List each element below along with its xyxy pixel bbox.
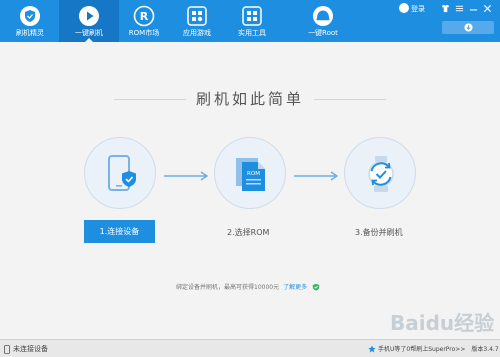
menu-icon[interactable] <box>455 4 464 13</box>
phone-shield-icon <box>108 155 136 191</box>
page-title: 刷机如此简单 <box>195 90 304 108</box>
shield-check-icon <box>312 283 320 291</box>
nav-label: 一键Root <box>308 29 338 37</box>
nav-item-yijian-shuaji[interactable]: 一键刷机 <box>59 0 119 42</box>
shield-icon <box>20 6 40 26</box>
user-avatar-icon[interactable] <box>399 3 409 13</box>
download-manager-button[interactable] <box>442 21 494 34</box>
nav-item-rom-market[interactable]: R ROM市场 <box>114 0 174 42</box>
nav-item-tools[interactable]: 实用工具 <box>222 0 282 42</box>
version-label: 版本3.4.7 <box>471 346 499 353</box>
tools-grid-icon <box>242 6 262 26</box>
rom-file-icon: ROM <box>236 158 265 191</box>
nav-item-apps-games[interactable]: 应用游戏 <box>167 0 227 42</box>
step-label-select-rom: 2.选择ROM <box>227 228 270 237</box>
phone-icon <box>4 344 10 354</box>
svg-text:Baidu经验: Baidu经验 <box>390 311 494 335</box>
promo-hint-text: 绑定设备并刷机，最高可获得10000元 <box>176 284 280 291</box>
promo-status-link[interactable]: 手机U等了0帮刷上SuperPro>> <box>378 344 465 353</box>
star-icon <box>368 344 376 352</box>
minimize-icon[interactable] <box>469 4 478 13</box>
step-label-backup-flash: 3.备份并刷机 <box>355 228 403 237</box>
nav-item-shuaji-jingling[interactable]: 刷机精灵 <box>0 0 60 42</box>
backup-refresh-icon <box>368 156 394 192</box>
learn-more-link[interactable]: 了解更多 <box>283 282 307 291</box>
connect-device-button[interactable]: 1.连接设备 <box>84 220 155 243</box>
status-bar: 未连接设备 手机U等了0帮刷上SuperPro>> 版本3.4.7 <box>0 339 500 357</box>
step-backup-flash-circle <box>344 137 416 209</box>
nav-item-one-click-root[interactable]: 一键Root <box>293 0 353 42</box>
status-right-info: 手机U等了0帮刷上SuperPro>> 版本3.4.7 <box>368 344 499 353</box>
step-select-rom-circle: ROM <box>214 137 286 209</box>
nav-label: 刷机精灵 <box>16 29 44 37</box>
promo-hint: 绑定设备并刷机，最高可获得10000元 了解更多 <box>176 282 320 291</box>
title-divider-right <box>314 99 386 100</box>
apps-grid-icon <box>187 6 207 26</box>
nav-label: 一键刷机 <box>75 29 103 37</box>
skin-shirt-icon[interactable] <box>441 4 450 13</box>
close-icon[interactable] <box>483 4 492 13</box>
svg-text:R: R <box>140 10 149 23</box>
step-connect-device-circle <box>84 137 156 209</box>
top-navigation-bar: 刷机精灵 一键刷机 R ROM市场 应用游戏 实用工具 一键Root 登录 <box>0 0 500 42</box>
nav-label: ROM市场 <box>128 29 160 37</box>
svg-text:ROM: ROM <box>247 171 260 177</box>
root-helmet-icon <box>313 6 333 26</box>
connection-status-text: 未连接设备 <box>13 345 48 353</box>
nav-label: 实用工具 <box>238 29 266 37</box>
arrow-right-icon <box>294 171 339 181</box>
connection-status: 未连接设备 <box>4 344 48 354</box>
rom-r-icon: R <box>133 5 155 27</box>
nav-label: 应用游戏 <box>183 29 211 37</box>
download-icon <box>463 23 473 32</box>
arrow-right-icon <box>164 171 209 181</box>
play-icon <box>79 6 99 26</box>
baidu-jingyan-watermark: Baidu经验 <box>390 311 494 335</box>
login-link[interactable]: 登录 <box>411 3 425 15</box>
